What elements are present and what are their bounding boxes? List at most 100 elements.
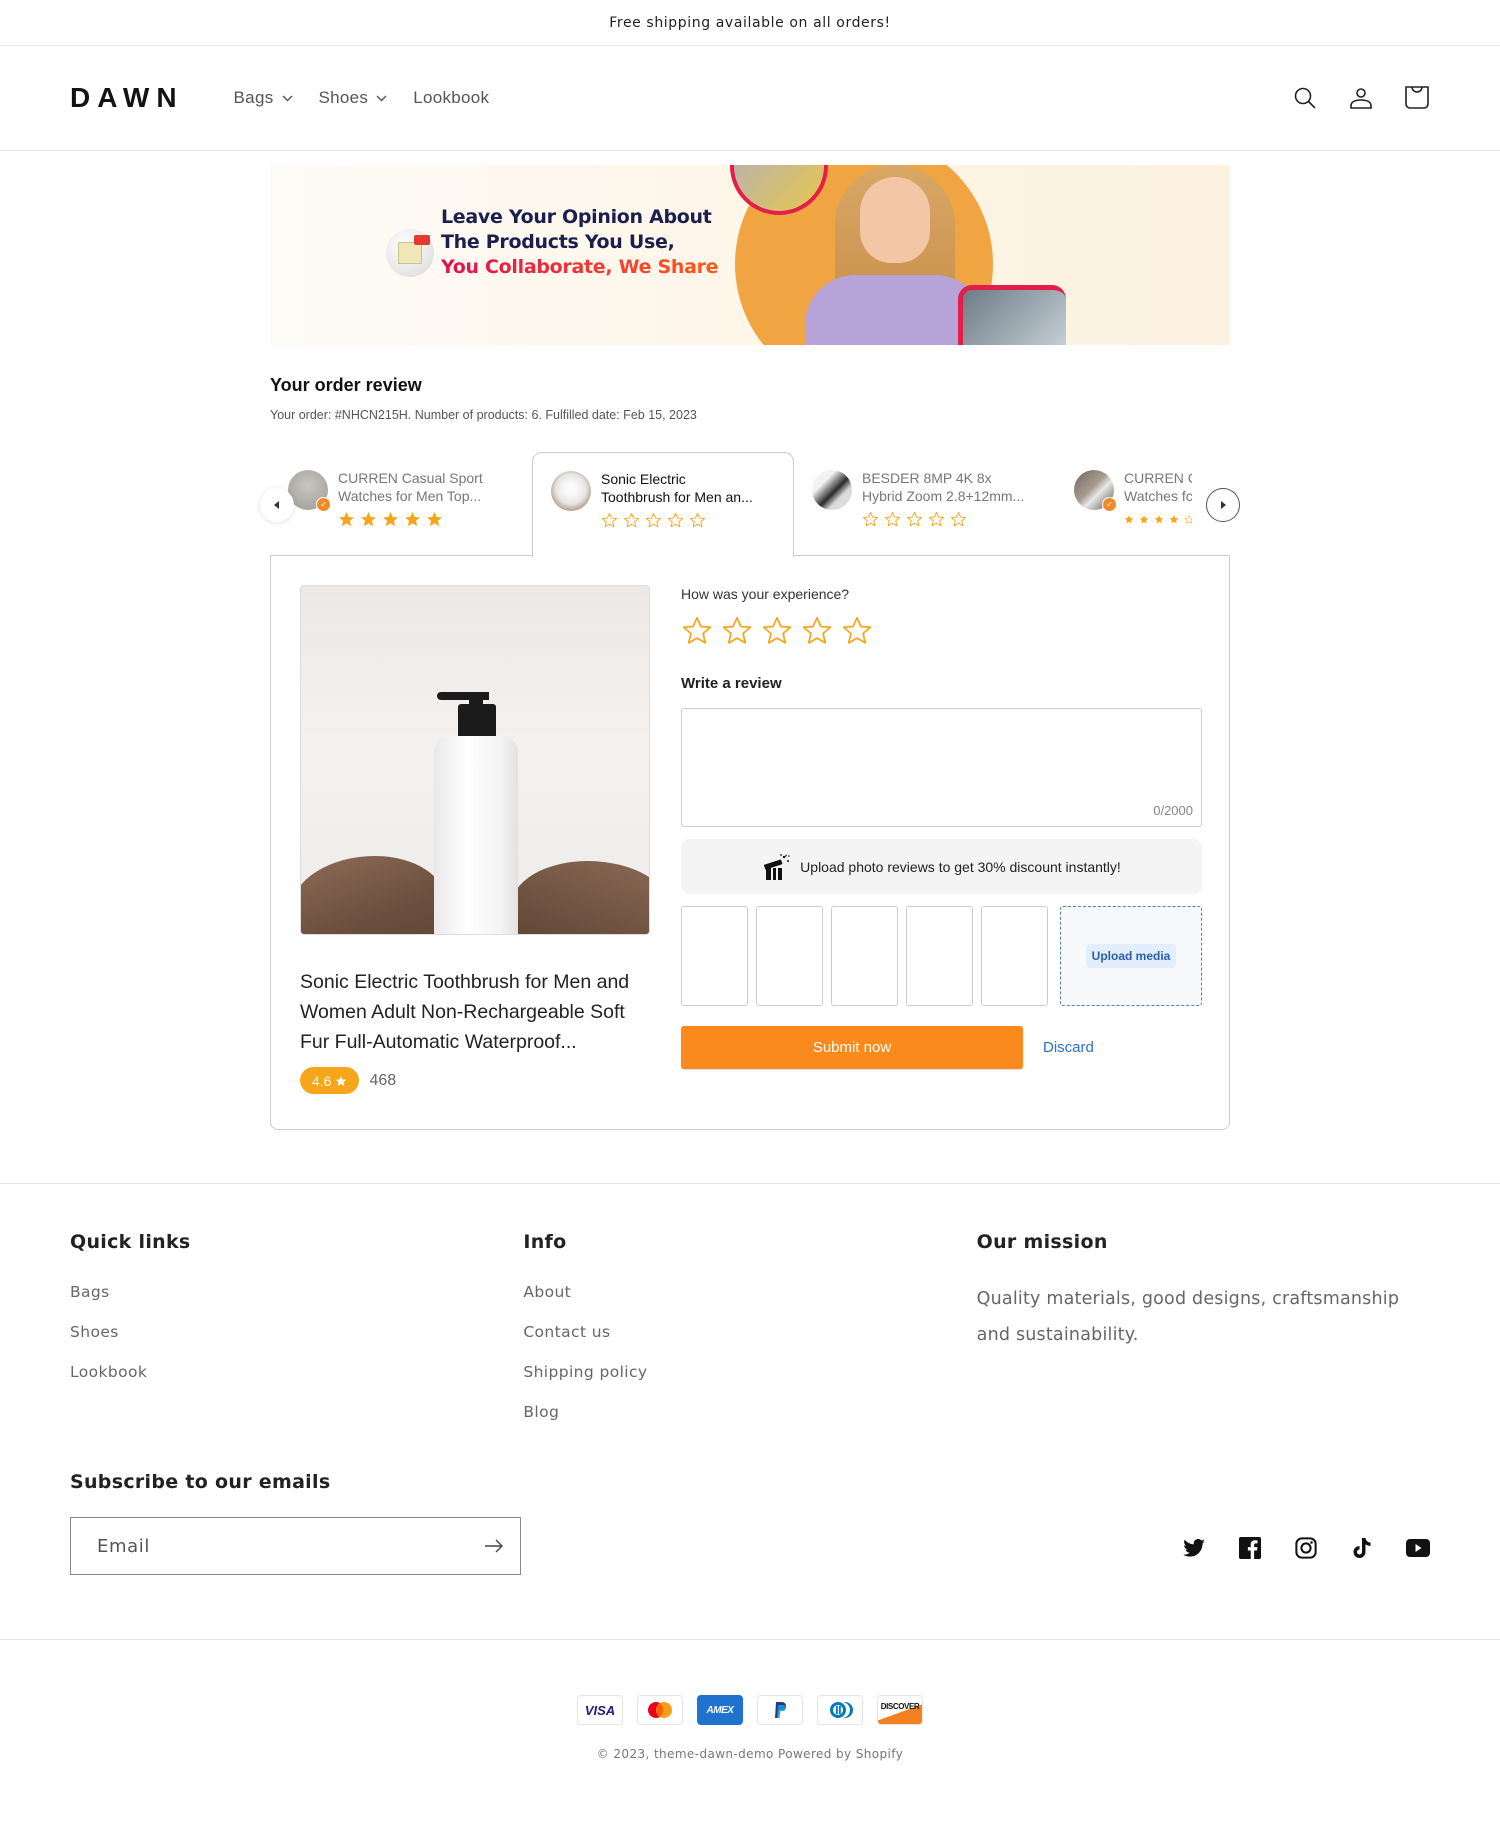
footer-link-about[interactable]: About (523, 1283, 976, 1301)
char-counter: 0/2000 (1153, 803, 1193, 818)
footer-columns: Quick links Bags Shoes Lookbook Info Abo… (70, 1184, 1430, 1421)
account-icon[interactable] (1348, 85, 1374, 111)
chevron-down-icon (376, 95, 387, 101)
rating-star-input-icon[interactable] (721, 615, 753, 647)
star-outline-icon (1184, 515, 1192, 524)
banner-line-3: You Collaborate, We Share (441, 256, 719, 278)
product-tab[interactable]: BESDER 8MP 4K 8x Hybrid Zoom 2.8+12mm... (794, 452, 1056, 556)
star-icon (336, 1075, 347, 1086)
star-rating-input (681, 615, 1202, 647)
star-outline-icon (928, 511, 945, 527)
star-filled-icon (1169, 515, 1179, 524)
review-form-card: Sonic Electric Toothbrush for Men and Wo… (270, 555, 1230, 1130)
discard-link[interactable]: Discard (1043, 1039, 1094, 1056)
star-outline-icon (645, 512, 662, 528)
site-header: DAWN Bags Shoes Lookbook (0, 46, 1500, 151)
star-filled-icon (339, 512, 354, 526)
rating-badge: 4.6 (300, 1067, 360, 1094)
gift-icon (763, 853, 790, 880)
rating-star-input-icon[interactable] (801, 615, 833, 647)
rating-star-input-icon[interactable] (681, 615, 713, 647)
carousel-next-button[interactable] (1206, 488, 1240, 522)
product-tab-name: CURREN C Watches fc (1124, 470, 1192, 504)
nav-item-label: Bags (233, 88, 274, 107)
site-footer: Quick links Bags Shoes Lookbook Info Abo… (0, 1183, 1500, 1791)
subscribe-submit-icon[interactable] (484, 1535, 506, 1557)
cart-icon[interactable] (1404, 85, 1430, 111)
mission-text: Quality materials, good designs, craftsm… (976, 1289, 1400, 1345)
caret-left-icon (274, 501, 279, 509)
rating-star-input-icon[interactable] (841, 615, 873, 647)
photo-discount-promo: Upload photo reviews to get 30% discount… (681, 839, 1202, 894)
media-slot[interactable] (681, 906, 748, 1006)
footer-link-bags[interactable]: Bags (70, 1283, 523, 1301)
visa-icon: VISA (577, 1695, 623, 1725)
star-filled-icon (1139, 515, 1149, 524)
footer-link-shoes[interactable]: Shoes (70, 1323, 523, 1341)
star-filled-icon (361, 512, 376, 526)
product-tab-name: Sonic Electric Toothbrush for Men an... (601, 471, 753, 505)
media-slot[interactable] (981, 906, 1048, 1006)
footer-info: Info About Contact us Shipping policy Bl… (523, 1231, 976, 1421)
product-tab-active[interactable]: Sonic Electric Toothbrush for Men an... (532, 452, 794, 557)
footer-heading: Info (523, 1231, 567, 1253)
product-tab[interactable]: ✓ CURREN Casual Sport Watches for Men Top… (270, 452, 532, 556)
upload-media-dropzone[interactable]: Upload media (1060, 906, 1202, 1006)
footer-mission: Our mission Quality materials, good desi… (977, 1231, 1430, 1421)
star-filled-icon (1154, 515, 1164, 524)
review-count: 468 (369, 1071, 397, 1089)
review-textarea-wrapper: 0/2000 (681, 708, 1202, 827)
banner-line-2: The Products You Use, (441, 231, 675, 253)
write-review-label: Write a review (681, 675, 782, 692)
footer-link-blog[interactable]: Blog (523, 1403, 976, 1421)
banner-line-1: Leave Your Opinion About (441, 206, 712, 228)
email-input[interactable] (97, 1535, 484, 1557)
rating-value: 4.6 (312, 1072, 332, 1089)
newsletter-heading: Subscribe to our emails (70, 1471, 331, 1493)
media-upload-row: Upload media (681, 906, 1202, 1006)
star-outline-icon (689, 512, 706, 528)
search-icon[interactable] (1292, 85, 1318, 111)
nav-item-bags[interactable]: Bags (234, 88, 293, 108)
submit-button[interactable]: Submit now (681, 1026, 1023, 1069)
product-tab[interactable]: ✓ CURREN C Watches fc (1056, 452, 1210, 556)
tiktok-icon[interactable] (1350, 1536, 1374, 1560)
product-tab-rating (1124, 511, 1192, 528)
footer-link-contact[interactable]: Contact us (523, 1323, 976, 1341)
twitter-icon[interactable] (1182, 1536, 1206, 1560)
discover-icon: DISCOVER (877, 1695, 923, 1725)
instagram-icon[interactable] (1294, 1536, 1318, 1560)
banner-person-image (805, 165, 985, 345)
banner-headline: Leave Your Opinion About The Products Yo… (441, 205, 719, 280)
nav-item-shoes[interactable]: Shoes (319, 88, 388, 108)
product-rating-row: 4.6 468 (300, 1067, 650, 1094)
media-slot[interactable] (906, 906, 973, 1006)
product-thumbnail: ✓ (288, 470, 331, 512)
media-slot[interactable] (831, 906, 898, 1006)
main-content: Leave Your Opinion About The Products Yo… (260, 165, 1240, 1130)
nav-item-lookbook[interactable]: Lookbook (413, 88, 489, 108)
star-filled-icon (383, 512, 398, 526)
promo-text: Upload photo reviews to get 30% discount… (800, 858, 1121, 875)
mastercard-icon (637, 1695, 683, 1725)
youtube-icon[interactable] (1406, 1536, 1430, 1560)
star-filled-icon (405, 512, 420, 526)
experience-label: How was your experience? (681, 586, 850, 602)
footer-link-shipping-policy[interactable]: Shipping policy (523, 1363, 976, 1381)
reviewed-check-icon: ✓ (316, 497, 331, 512)
reviewed-check-icon: ✓ (1102, 497, 1117, 512)
review-textarea[interactable] (682, 709, 1201, 826)
star-outline-icon (862, 511, 879, 527)
upload-media-button[interactable]: Upload media (1085, 944, 1177, 968)
media-slot[interactable] (756, 906, 823, 1006)
rating-star-input-icon[interactable] (761, 615, 793, 647)
footer-link-lookbook[interactable]: Lookbook (70, 1363, 523, 1381)
carousel-prev-button[interactable] (260, 488, 294, 522)
order-summary: Your order: #NHCN215H. Number of product… (270, 408, 697, 422)
facebook-icon[interactable] (1238, 1536, 1262, 1560)
logo[interactable]: DAWN (70, 82, 184, 114)
product-image (300, 585, 650, 935)
star-filled-icon (1124, 515, 1134, 524)
product-tab-name: CURREN Casual Sport Watches for Men Top..… (338, 470, 483, 504)
payment-methods: VISA AMEX DISCOVER (577, 1695, 923, 1725)
